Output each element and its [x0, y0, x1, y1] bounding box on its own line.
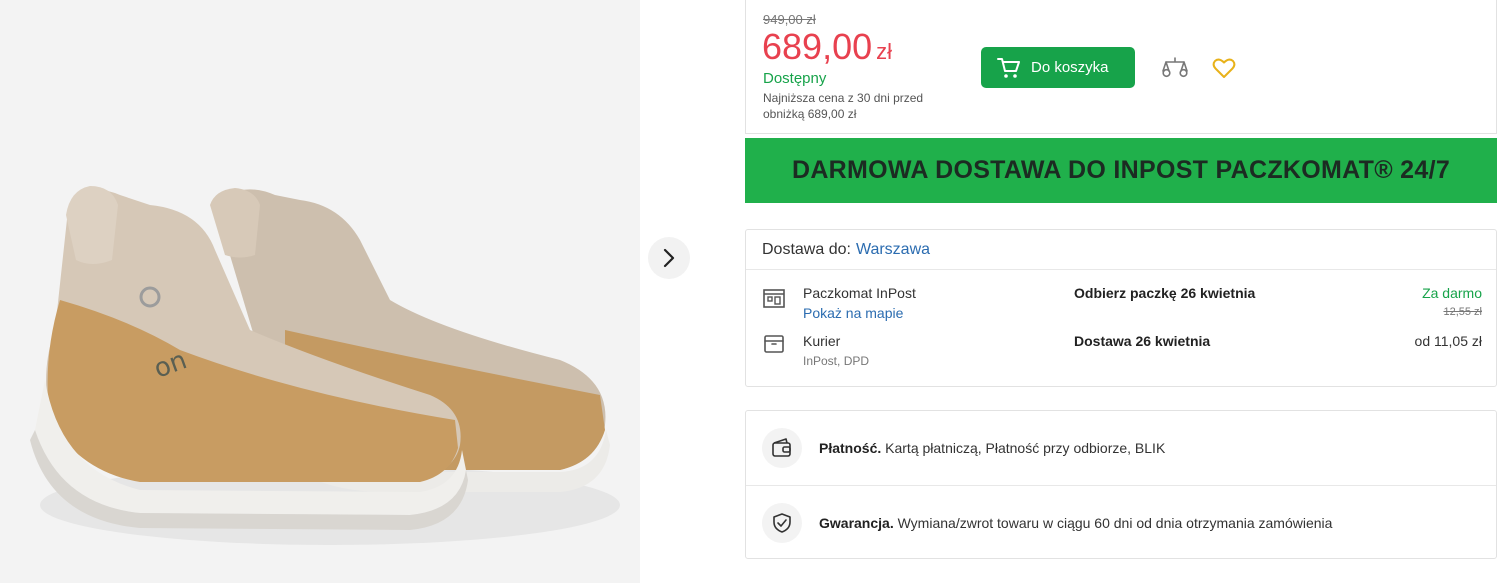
- delivery-city-link[interactable]: Warszawa: [856, 241, 930, 259]
- delivery-option-cost: od 11,05 zł: [1414, 333, 1482, 349]
- parcel-locker-icon: [762, 286, 786, 315]
- wallet-icon: [762, 428, 802, 468]
- product-image-gallery: on: [0, 0, 640, 583]
- courier-box-icon: [762, 332, 786, 361]
- heart-icon: [1212, 58, 1236, 78]
- add-to-cart-label: Do koszyka: [1031, 59, 1109, 76]
- delivery-option-name: Kurier: [803, 333, 841, 349]
- gallery-next-button[interactable]: [648, 237, 690, 279]
- compare-scales-icon: [1162, 57, 1188, 78]
- delivery-option-carriers: InPost, DPD: [803, 354, 870, 368]
- old-price: 949,00 zł: [763, 12, 816, 27]
- wishlist-button[interactable]: [1212, 57, 1236, 84]
- delivery-label: Dostawa do:: [762, 240, 851, 258]
- payment-methods: Kartą płatniczą, Płatność przy odbiorze,…: [881, 440, 1166, 456]
- lowest-price-note: Najniższa cena z 30 dni przed obniżką 68…: [763, 91, 924, 121]
- chevron-right-icon: [663, 248, 675, 268]
- compare-button[interactable]: [1162, 56, 1188, 85]
- delivery-option-date: Dostawa 26 kwietnia: [1074, 333, 1211, 349]
- free-delivery-banner: DARMOWA DOSTAWA DO INPOST PACZKOMAT® 24/…: [745, 138, 1497, 203]
- availability-status: Dostępny: [763, 70, 827, 87]
- info-box: Płatność. Kartą płatniczą, Płatność przy…: [745, 410, 1497, 559]
- payment-label: Płatność.: [819, 440, 882, 456]
- price-currency: zł: [876, 39, 892, 64]
- warranty-info-row: Gwarancja. Wymiana/zwrot towaru w ciągu …: [746, 485, 1496, 559]
- shield-check-icon: [762, 502, 802, 543]
- price-box: 949,00 zł 689,00 zł Dostępny Najniższa ce…: [745, 0, 1497, 134]
- product-purchase-panel: 949,00 zł 689,00 zł Dostępny Najniższa ce…: [745, 0, 1497, 583]
- warranty-label: Gwarancja.: [819, 514, 894, 531]
- delivery-option-name: Paczkomat InPost: [803, 285, 916, 301]
- delivery-header: Dostawa do: Warszawa: [746, 230, 1496, 270]
- warranty-details: Wymiana/zwrot towaru w ciągu 60 dni od d…: [893, 514, 1333, 531]
- delivery-box: Dostawa do: Warszawa Paczkomat InPost Po…: [745, 229, 1497, 387]
- delivery-option-date: Odbierz paczkę 26 kwietnia: [1074, 285, 1256, 301]
- current-price: 689,00 zł: [762, 26, 892, 68]
- cart-icon: [997, 57, 1020, 78]
- banner-text: DARMOWA DOSTAWA DO INPOST PACZKOMAT® 24/…: [791, 156, 1451, 184]
- payment-info-row: Płatność. Kartą płatniczą, Płatność przy…: [746, 411, 1496, 485]
- show-on-map-link[interactable]: Pokaż na mapie: [803, 305, 903, 321]
- payment-info-text: Płatność. Kartą płatniczą, Płatność przy…: [819, 440, 1165, 456]
- product-image: on: [30, 186, 620, 545]
- add-to-cart-button[interactable]: Do koszyka: [981, 47, 1135, 88]
- delivery-option-old-cost: 12,55 zł: [1443, 306, 1482, 318]
- warranty-info-text: Gwarancja. Wymiana/zwrot towaru w ciągu …: [819, 515, 1332, 531]
- price-value: 689,00: [762, 26, 873, 67]
- delivery-option-cost: Za darmo: [1422, 285, 1482, 301]
